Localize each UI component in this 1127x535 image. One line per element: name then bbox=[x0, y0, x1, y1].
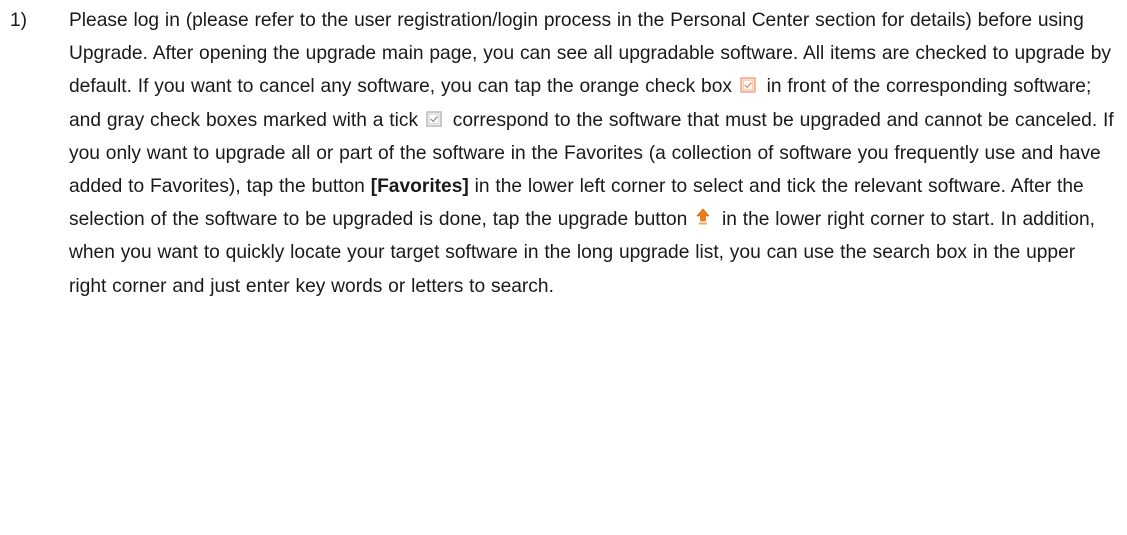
gray-checkbox-icon bbox=[426, 105, 442, 127]
paragraph-text: Please log in (please refer to the user … bbox=[69, 4, 1117, 303]
favorites-button-label: [Favorites] bbox=[370, 176, 469, 198]
numbered-paragraph: 1) Please log in (please refer to the us… bbox=[0, 0, 1127, 303]
item-number: 1) bbox=[10, 10, 28, 31]
upgrade-arrow-icon bbox=[695, 204, 711, 225]
orange-checkbox-icon bbox=[740, 71, 756, 94]
